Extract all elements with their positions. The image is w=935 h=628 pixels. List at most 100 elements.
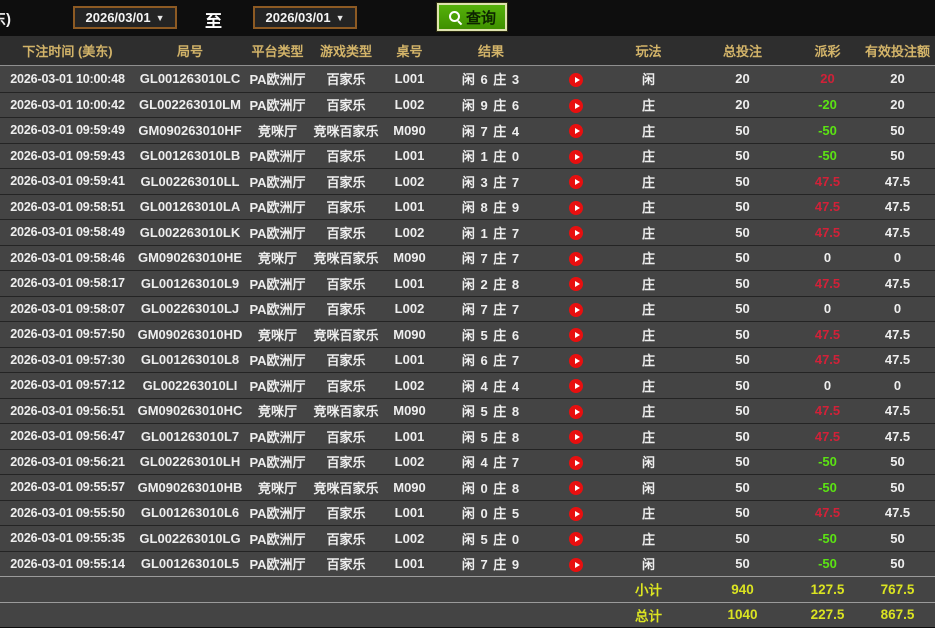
total-bet-cell: 50	[735, 173, 750, 189]
to-label: 至	[205, 12, 222, 31]
date-from-select[interactable]: 2026/03/01 ▼	[73, 6, 177, 29]
table-no-cell: M090	[393, 250, 426, 266]
result-cell: 闲 1 庄 0	[461, 149, 521, 165]
valid-bet-cell: 47.5	[884, 403, 911, 419]
total-bet-cell: 50	[735, 148, 750, 164]
play-icon[interactable]	[569, 455, 583, 470]
platform-type-cell: PA欧洲厅	[249, 378, 306, 394]
game-type-cell: 百家乐	[326, 429, 366, 445]
play-icon[interactable]	[569, 251, 583, 266]
play-icon[interactable]	[569, 557, 583, 572]
subtotal-label: 小计	[635, 583, 662, 599]
total-bet-cell: 50	[735, 352, 750, 368]
valid-bet-cell: 47.5	[884, 352, 911, 368]
play-icon[interactable]	[569, 124, 583, 139]
game-type-cell: 百家乐	[326, 506, 366, 522]
table-header: 下注时间 (美东) 局号 平台类型 游戏类型 桌号 结果 玩法 总投注 派彩 有…	[0, 36, 935, 66]
bet-time-cell: 2026-03-01 09:58:07	[10, 301, 125, 316]
table-row: 2026-03-01 09:58:46 GM090263010HE 竞咪厅 竞咪…	[0, 244, 935, 270]
round-id-cell: GM090263010HD	[137, 326, 243, 342]
play-icon[interactable]	[569, 506, 583, 521]
game-type-cell: 竞咪百家乐	[313, 480, 379, 496]
bet-time-cell: 2026-03-01 09:55:57	[10, 480, 125, 495]
table-no-cell: L002	[394, 377, 425, 393]
bet-time-cell: 2026-03-01 09:56:47	[10, 429, 125, 444]
play-icon[interactable]	[569, 532, 583, 547]
query-button[interactable]: 查询	[435, 2, 509, 32]
platform-type-cell: PA欧洲厅	[249, 174, 306, 190]
play-icon[interactable]	[569, 353, 583, 368]
total-bet-cell: 20	[735, 71, 750, 87]
valid-bet-cell: 50	[890, 479, 905, 495]
round-id-cell: GM090263010HF	[138, 122, 242, 138]
bet-side-cell: 庄	[641, 531, 655, 547]
valid-bet-cell: 47.5	[884, 326, 911, 342]
play-icon[interactable]	[569, 226, 583, 241]
total-bet-cell: 50	[735, 199, 750, 215]
game-type-cell: 竞咪百家乐	[313, 404, 379, 420]
platform-type-cell: PA欧洲厅	[249, 455, 306, 471]
valid-bet-cell: 50	[890, 122, 905, 138]
table-row: 2026-03-01 09:59:41 GL002263010LL PA欧洲厅 …	[0, 168, 935, 194]
date-to-value: 2026/03/01	[265, 10, 331, 25]
total-bet-cell: 50	[735, 403, 750, 419]
round-id-cell: GL002263010LL	[140, 173, 240, 189]
replay-cell	[545, 224, 607, 241]
valid-bet-cell: 0	[893, 250, 902, 266]
result-cell: 闲 3 庄 7	[461, 174, 521, 190]
table-no-cell: M090	[393, 479, 426, 495]
table-row: 2026-03-01 09:55:35 GL002263010LG PA欧洲厅 …	[0, 525, 935, 551]
game-type-cell: 竞咪百家乐	[313, 123, 379, 139]
play-icon[interactable]	[569, 98, 583, 113]
play-icon[interactable]	[569, 430, 583, 445]
table-row: 2026-03-01 09:57:12 GL002263010LI PA欧洲厅 …	[0, 372, 935, 398]
replay-cell	[545, 403, 607, 419]
play-icon[interactable]	[569, 328, 583, 343]
game-type-cell: 百家乐	[326, 72, 366, 88]
bet-time-cell: 2026-03-01 10:00:42	[10, 97, 125, 112]
table-row: 2026-03-01 09:58:49 GL002263010LK PA欧洲厅 …	[0, 219, 935, 245]
play-icon[interactable]	[569, 379, 583, 394]
payout-cell: 0	[823, 301, 832, 317]
game-type-cell: 百家乐	[326, 200, 366, 216]
play-icon[interactable]	[569, 302, 583, 317]
payout-cell: 47.5	[814, 505, 841, 521]
bet-side-cell: 庄	[641, 200, 655, 216]
replay-cell	[545, 148, 607, 164]
total-bet-cell: 50	[735, 377, 750, 393]
table-row: 2026-03-01 09:57:50 GM090263010HD 竞咪厅 竞咪…	[0, 321, 935, 347]
result-cell: 闲 0 庄 5	[461, 506, 521, 522]
valid-bet-cell: 47.5	[884, 199, 911, 215]
round-id-cell: GL002263010LJ	[140, 301, 240, 317]
play-icon[interactable]	[569, 481, 583, 496]
play-triangle	[574, 281, 580, 288]
play-triangle	[574, 485, 580, 492]
total-bet-cell: 50	[735, 326, 750, 342]
subtotal-total-bet: 940	[731, 581, 754, 597]
replay-cell	[545, 377, 607, 394]
play-icon[interactable]	[569, 175, 583, 190]
payout-cell: -20	[818, 97, 837, 113]
play-icon[interactable]	[569, 149, 583, 164]
game-type-cell: 竞咪百家乐	[313, 327, 379, 343]
grand-total-label: 总计	[635, 608, 662, 624]
table-row: 2026-03-01 09:56:21 GL002263010LH PA欧洲厅 …	[0, 448, 935, 474]
play-triangle	[574, 561, 580, 568]
replay-cell	[545, 301, 607, 317]
date-to-select[interactable]: 2026/03/01 ▼	[253, 6, 357, 29]
play-icon[interactable]	[569, 277, 583, 292]
round-id-cell: GL002263010LK	[139, 224, 241, 240]
platform-type-cell: PA欧洲厅	[249, 149, 306, 165]
bet-side-cell: 庄	[641, 506, 655, 522]
result-cell: 闲 4 庄 7	[461, 455, 521, 471]
play-icon[interactable]	[569, 200, 583, 215]
play-icon[interactable]	[569, 72, 583, 87]
play-icon[interactable]	[569, 404, 583, 419]
bet-time-cell: 2026-03-01 09:58:51	[10, 199, 125, 214]
platform-type-cell: PA欧洲厅	[249, 429, 306, 445]
header-valid-bet: 有效投注额	[864, 44, 930, 59]
bet-time-cell: 2026-03-01 09:55:50	[10, 505, 125, 520]
toolbar: 东) 2026/03/01 ▼ 至 2026/03/01 ▼ 查询	[0, 0, 935, 36]
replay-cell	[545, 122, 607, 139]
play-triangle	[574, 255, 580, 262]
